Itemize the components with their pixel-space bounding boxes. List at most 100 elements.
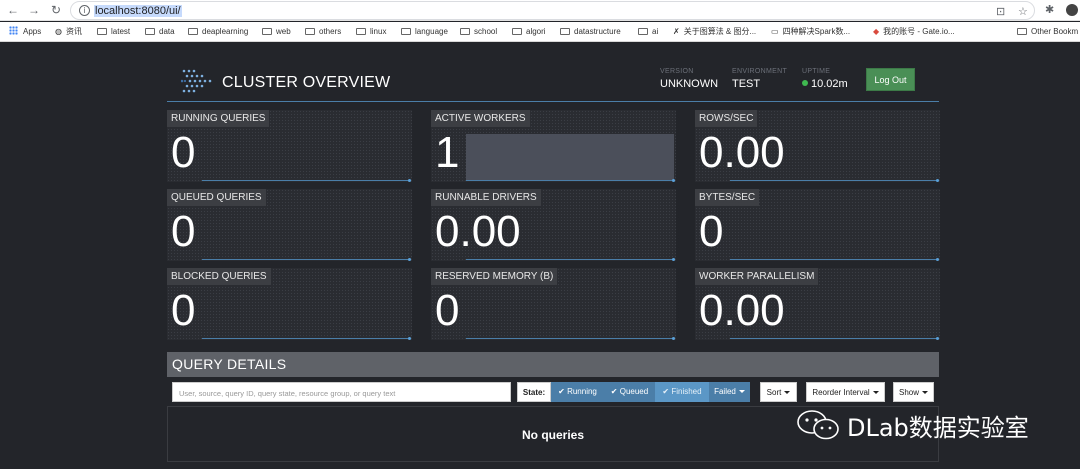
- metric-label: BYTES/SEC: [695, 189, 760, 206]
- metric-running-queries: RUNNING QUERIES 0: [167, 110, 412, 182]
- metric-reserved-memory: RESERVED MEMORY (B) 0: [431, 268, 676, 340]
- bookmark-folder[interactable]: web: [262, 26, 291, 37]
- version-value: UNKNOWN: [660, 78, 719, 90]
- bookmark-folder[interactable]: datastructure: [560, 26, 621, 37]
- metric-label: WORKER PARALLELISM: [695, 268, 819, 285]
- folder-icon: [560, 28, 570, 35]
- caret-down-icon: [738, 390, 745, 393]
- url-text: localhost:8080/ui/: [94, 5, 182, 17]
- sparkline: [466, 292, 675, 340]
- address-bar[interactable]: i localhost:8080/ui/ ⊡ ☆: [70, 1, 1035, 20]
- sparkline: [202, 134, 411, 182]
- sparkline: [730, 134, 939, 182]
- bookmark-folder[interactable]: algori: [512, 26, 546, 37]
- check-icon: ✔: [662, 387, 672, 396]
- bookmark-folder[interactable]: data: [145, 26, 175, 37]
- sparkline: [730, 292, 939, 340]
- caret-down-icon: [922, 391, 928, 394]
- bookmark-folder[interactable]: others: [305, 26, 341, 37]
- caret-down-icon: [784, 391, 791, 394]
- show-dropdown[interactable]: Show: [893, 382, 934, 402]
- presto-logo-icon: [181, 69, 212, 93]
- folder-icon: [1017, 28, 1027, 35]
- bookmark-page[interactable]: ▭ 四种解决Spark数...: [771, 26, 850, 37]
- sparkline: [466, 134, 675, 182]
- metric-value: 0: [171, 207, 196, 256]
- metric-value: 0: [699, 207, 724, 256]
- sparkline: [730, 213, 939, 261]
- bookmark-star-icon[interactable]: ☆: [1018, 5, 1028, 18]
- bookmark-folder[interactable]: linux: [356, 26, 386, 37]
- header-divider: [167, 101, 939, 102]
- extensions-icon[interactable]: ✱: [1045, 3, 1054, 16]
- query-details-title: QUERY DETAILS: [172, 356, 287, 372]
- metric-active-workers: ACTIVE WORKERS 1: [431, 110, 676, 182]
- caret-down-icon: [872, 391, 879, 394]
- bookmark-folder[interactable]: language: [401, 26, 448, 37]
- translate-icon[interactable]: ⊡: [996, 5, 1005, 18]
- bookmark-folder[interactable]: ai: [638, 26, 658, 37]
- folder-icon: [145, 28, 155, 35]
- page-icon: ▭: [771, 27, 779, 36]
- bookmark-folder[interactable]: school: [460, 26, 497, 37]
- environment-value: TEST: [732, 78, 761, 90]
- folder-icon: [188, 28, 198, 35]
- bookmark-other[interactable]: Other Bookm: [1017, 26, 1078, 37]
- state-finished-button[interactable]: ✔ Finished: [655, 382, 709, 402]
- bookmark-news[interactable]: ◍ 资讯: [55, 26, 82, 37]
- uptime-value: 10.02m: [802, 78, 848, 90]
- sparkline: [202, 292, 411, 340]
- metric-label: RUNNING QUERIES: [167, 110, 270, 127]
- version-label: VERSION: [660, 68, 694, 75]
- metric-value: 0: [435, 286, 460, 335]
- globe-icon: ◍: [55, 27, 62, 36]
- watermark-text: DLab数据实验室: [847, 414, 1029, 442]
- profile-avatar[interactable]: [1066, 4, 1078, 16]
- logout-button[interactable]: Log Out: [866, 68, 915, 91]
- forward-icon[interactable]: →: [27, 3, 41, 17]
- page-icon: ✗: [673, 27, 680, 36]
- query-search-input[interactable]: [173, 384, 510, 403]
- check-icon: ✔: [610, 387, 620, 396]
- metric-label: QUEUED QUERIES: [167, 189, 266, 206]
- gate-icon: ◆: [873, 27, 880, 36]
- metric-label: ROWS/SEC: [695, 110, 758, 127]
- check-icon: ✔: [558, 387, 568, 396]
- metric-blocked-queries: BLOCKED QUERIES 0: [167, 268, 412, 340]
- state-filter-label: State:: [517, 382, 551, 402]
- folder-icon: [512, 28, 522, 35]
- metric-runnable-drivers: RUNNABLE DRIVERS 0.00: [431, 189, 676, 261]
- metric-worker-parallelism: WORKER PARALLELISM 0.00: [695, 268, 940, 340]
- folder-icon: [638, 28, 648, 35]
- bookmark-page[interactable]: ◆ 我的账号 - Gate.io...: [873, 26, 955, 37]
- uptime-status-icon: [802, 80, 808, 86]
- back-icon[interactable]: ←: [6, 3, 20, 17]
- reorder-interval-dropdown[interactable]: Reorder Interval: [806, 382, 885, 402]
- state-running-button[interactable]: ✔ Running: [551, 382, 604, 402]
- environment-label: ENVIRONMENT: [732, 68, 788, 75]
- folder-icon: [97, 28, 107, 35]
- query-search: [172, 382, 511, 403]
- folder-icon: [305, 28, 315, 35]
- folder-icon: [356, 28, 366, 35]
- bookmark-folder[interactable]: deaplearning: [188, 26, 248, 37]
- info-icon[interactable]: i: [79, 5, 90, 16]
- metric-label: RUNNABLE DRIVERS: [431, 189, 541, 206]
- state-failed-dropdown[interactable]: Failed: [709, 382, 750, 402]
- metric-label: BLOCKED QUERIES: [167, 268, 271, 285]
- bookmark-folder[interactable]: latest: [97, 26, 130, 37]
- state-queued-button[interactable]: ✔ Queued: [604, 382, 655, 402]
- folder-icon: [460, 28, 470, 35]
- bookmark-page[interactable]: ✗ 关于图算法 & 图分...: [673, 26, 756, 37]
- metric-value: 0: [171, 128, 196, 177]
- sparkline: [202, 213, 411, 261]
- sort-dropdown[interactable]: Sort: [760, 382, 797, 402]
- metric-label: ACTIVE WORKERS: [431, 110, 530, 127]
- metric-rows-per-sec: ROWS/SEC 0.00: [695, 110, 940, 182]
- page-title: CLUSTER OVERVIEW: [222, 74, 391, 91]
- sparkline: [466, 213, 675, 261]
- apps-grid-icon: [9, 26, 18, 35]
- browser-toolbar: ← → ↻ i localhost:8080/ui/ ⊡ ☆ ✱: [0, 0, 1080, 21]
- bookmark-apps[interactable]: Apps: [9, 26, 41, 37]
- reload-icon[interactable]: ↻: [49, 3, 63, 17]
